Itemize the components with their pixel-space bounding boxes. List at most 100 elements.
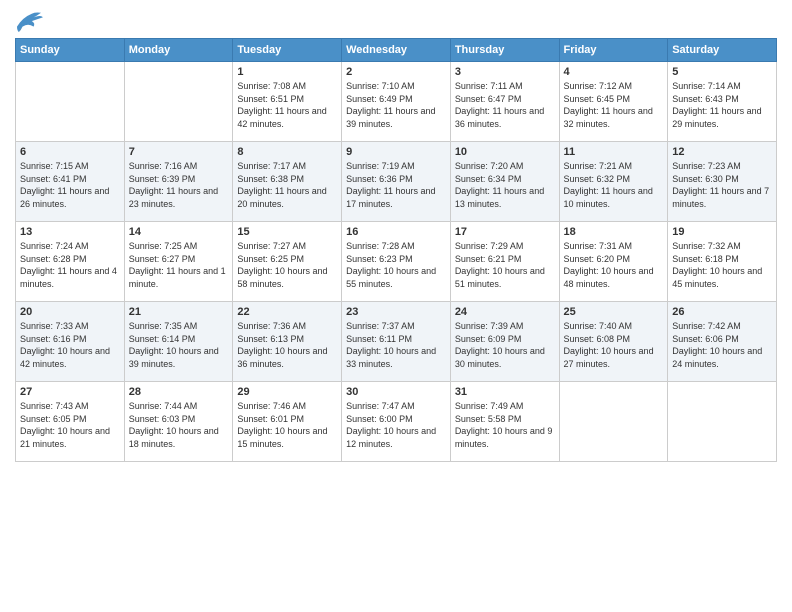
day-info: Daylight: 11 hours and 17 minutes. — [346, 185, 446, 210]
calendar-cell: 25Sunrise: 7:40 AMSunset: 6:08 PMDayligh… — [559, 302, 668, 382]
day-info: Daylight: 10 hours and 55 minutes. — [346, 265, 446, 290]
day-number: 28 — [129, 386, 229, 398]
day-info: Sunset: 6:28 PM — [20, 253, 120, 266]
day-info: Daylight: 11 hours and 29 minutes. — [672, 105, 772, 130]
day-info: Daylight: 10 hours and 27 minutes. — [564, 345, 664, 370]
calendar-cell: 4 Sunrise: 7:12 AMSunset: 6:45 PMDaylight… — [559, 62, 668, 142]
day-number: 31 — [455, 386, 555, 398]
calendar-week-4: 20Sunrise: 7:33 AMSunset: 6:16 PMDayligh… — [16, 302, 777, 382]
day-number: 1 — [237, 66, 337, 78]
header-monday: Monday — [124, 39, 233, 62]
day-info: Sunrise: 7:46 AM — [237, 400, 337, 413]
day-info: Daylight: 11 hours and 13 minutes. — [455, 185, 555, 210]
calendar-cell: 23Sunrise: 7:37 AMSunset: 6:11 PMDayligh… — [342, 302, 451, 382]
day-info: Daylight: 11 hours and 1 minute. — [129, 265, 229, 290]
day-number: 14 — [129, 226, 229, 238]
day-info: Sunrise: 7:12 AM — [564, 80, 664, 93]
day-info: Sunrise: 7:15 AM — [20, 160, 120, 173]
day-info: Sunset: 6:30 PM — [672, 173, 772, 186]
day-number: 8 — [237, 146, 337, 158]
day-info: Sunset: 6:16 PM — [20, 333, 120, 346]
header-sunday: Sunday — [16, 39, 125, 62]
day-info: Sunrise: 7:17 AM — [237, 160, 337, 173]
header-friday: Friday — [559, 39, 668, 62]
day-info: Sunrise: 7:21 AM — [564, 160, 664, 173]
day-info: Daylight: 10 hours and 15 minutes. — [237, 425, 337, 450]
calendar-cell: 30Sunrise: 7:47 AMSunset: 6:00 PMDayligh… — [342, 382, 451, 462]
day-info: Daylight: 10 hours and 12 minutes. — [346, 425, 446, 450]
calendar-cell: 24Sunrise: 7:39 AMSunset: 6:09 PMDayligh… — [450, 302, 559, 382]
day-info: Daylight: 10 hours and 30 minutes. — [455, 345, 555, 370]
day-info: Sunrise: 7:20 AM — [455, 160, 555, 173]
day-info: Sunrise: 7:43 AM — [20, 400, 120, 413]
calendar-cell: 7Sunrise: 7:16 AMSunset: 6:39 PMDaylight… — [124, 142, 233, 222]
day-number: 25 — [564, 306, 664, 318]
day-info: Sunrise: 7:19 AM — [346, 160, 446, 173]
logo-icon — [15, 10, 43, 34]
calendar-cell: 5Sunrise: 7:14 AMSunset: 6:43 PMDaylight… — [668, 62, 777, 142]
day-info: Daylight: 11 hours and 39 minutes. — [346, 105, 446, 130]
calendar-week-5: 27Sunrise: 7:43 AMSunset: 6:05 PMDayligh… — [16, 382, 777, 462]
day-info: Sunrise: 7:25 AM — [129, 240, 229, 253]
day-info: Daylight: 10 hours and 39 minutes. — [129, 345, 229, 370]
header-wednesday: Wednesday — [342, 39, 451, 62]
day-info: Sunrise: 7:42 AM — [672, 320, 772, 333]
day-info: Daylight: 10 hours and 21 minutes. — [20, 425, 120, 450]
day-info: Sunrise: 7:39 AM — [455, 320, 555, 333]
day-info: Sunrise: 7:33 AM — [20, 320, 120, 333]
day-info: Daylight: 10 hours and 58 minutes. — [237, 265, 337, 290]
day-info: Sunrise: 7:14 AM — [672, 80, 772, 93]
day-info: Daylight: 10 hours and 33 minutes. — [346, 345, 446, 370]
day-info: Sunrise: 7:47 AM — [346, 400, 446, 413]
day-info: Sunset: 6:11 PM — [346, 333, 446, 346]
day-info: Sunset: 6:49 PM — [346, 93, 446, 106]
day-info: Daylight: 11 hours and 20 minutes. — [237, 185, 337, 210]
day-info: Sunrise: 7:49 AM — [455, 400, 555, 413]
day-info: Daylight: 11 hours and 7 minutes. — [672, 185, 772, 210]
calendar-week-1: 1Sunrise: 7:08 AMSunset: 6:51 PMDaylight… — [16, 62, 777, 142]
calendar-week-2: 6Sunrise: 7:15 AMSunset: 6:41 PMDaylight… — [16, 142, 777, 222]
weekday-row: Sunday Monday Tuesday Wednesday Thursday… — [16, 39, 777, 62]
day-info: Sunset: 6:13 PM — [237, 333, 337, 346]
day-info: Sunrise: 7:23 AM — [672, 160, 772, 173]
day-number: 18 — [564, 226, 664, 238]
day-info: Sunset: 6:03 PM — [129, 413, 229, 426]
day-number: 21 — [129, 306, 229, 318]
calendar-cell: 19Sunrise: 7:32 AMSunset: 6:18 PMDayligh… — [668, 222, 777, 302]
day-info: Sunrise: 7:08 AM — [237, 80, 337, 93]
day-info: Sunset: 6:47 PM — [455, 93, 555, 106]
day-info: Sunrise: 7:40 AM — [564, 320, 664, 333]
day-number: 3 — [455, 66, 555, 78]
day-info: Daylight: 11 hours and 4 minutes. — [20, 265, 120, 290]
day-info: Sunset: 6:34 PM — [455, 173, 555, 186]
day-number: 30 — [346, 386, 446, 398]
calendar-cell: 11Sunrise: 7:21 AMSunset: 6:32 PMDayligh… — [559, 142, 668, 222]
day-info: Sunset: 6:45 PM — [564, 93, 664, 106]
day-number: 22 — [237, 306, 337, 318]
day-info: Daylight: 11 hours and 23 minutes. — [129, 185, 229, 210]
header-thursday: Thursday — [450, 39, 559, 62]
calendar-cell: 8Sunrise: 7:17 AMSunset: 6:38 PMDaylight… — [233, 142, 342, 222]
calendar-cell: 16Sunrise: 7:28 AMSunset: 6:23 PMDayligh… — [342, 222, 451, 302]
day-info: Sunset: 6:01 PM — [237, 413, 337, 426]
header — [15, 10, 777, 34]
day-info: Sunrise: 7:31 AM — [564, 240, 664, 253]
day-info: Sunset: 6:06 PM — [672, 333, 772, 346]
calendar-cell — [559, 382, 668, 462]
day-number: 4 — [564, 66, 664, 78]
day-number: 16 — [346, 226, 446, 238]
day-number: 24 — [455, 306, 555, 318]
calendar-cell: 10Sunrise: 7:20 AMSunset: 6:34 PMDayligh… — [450, 142, 559, 222]
day-number: 29 — [237, 386, 337, 398]
day-info: Sunrise: 7:29 AM — [455, 240, 555, 253]
calendar-cell: 26Sunrise: 7:42 AMSunset: 6:06 PMDayligh… — [668, 302, 777, 382]
day-info: Sunset: 6:25 PM — [237, 253, 337, 266]
day-number: 9 — [346, 146, 446, 158]
calendar-cell: 9Sunrise: 7:19 AMSunset: 6:36 PMDaylight… — [342, 142, 451, 222]
calendar-cell — [668, 382, 777, 462]
day-number: 15 — [237, 226, 337, 238]
day-info: Sunrise: 7:10 AM — [346, 80, 446, 93]
day-info: Sunrise: 7:44 AM — [129, 400, 229, 413]
day-info: Daylight: 11 hours and 32 minutes. — [564, 105, 664, 130]
day-info: Sunset: 6:05 PM — [20, 413, 120, 426]
